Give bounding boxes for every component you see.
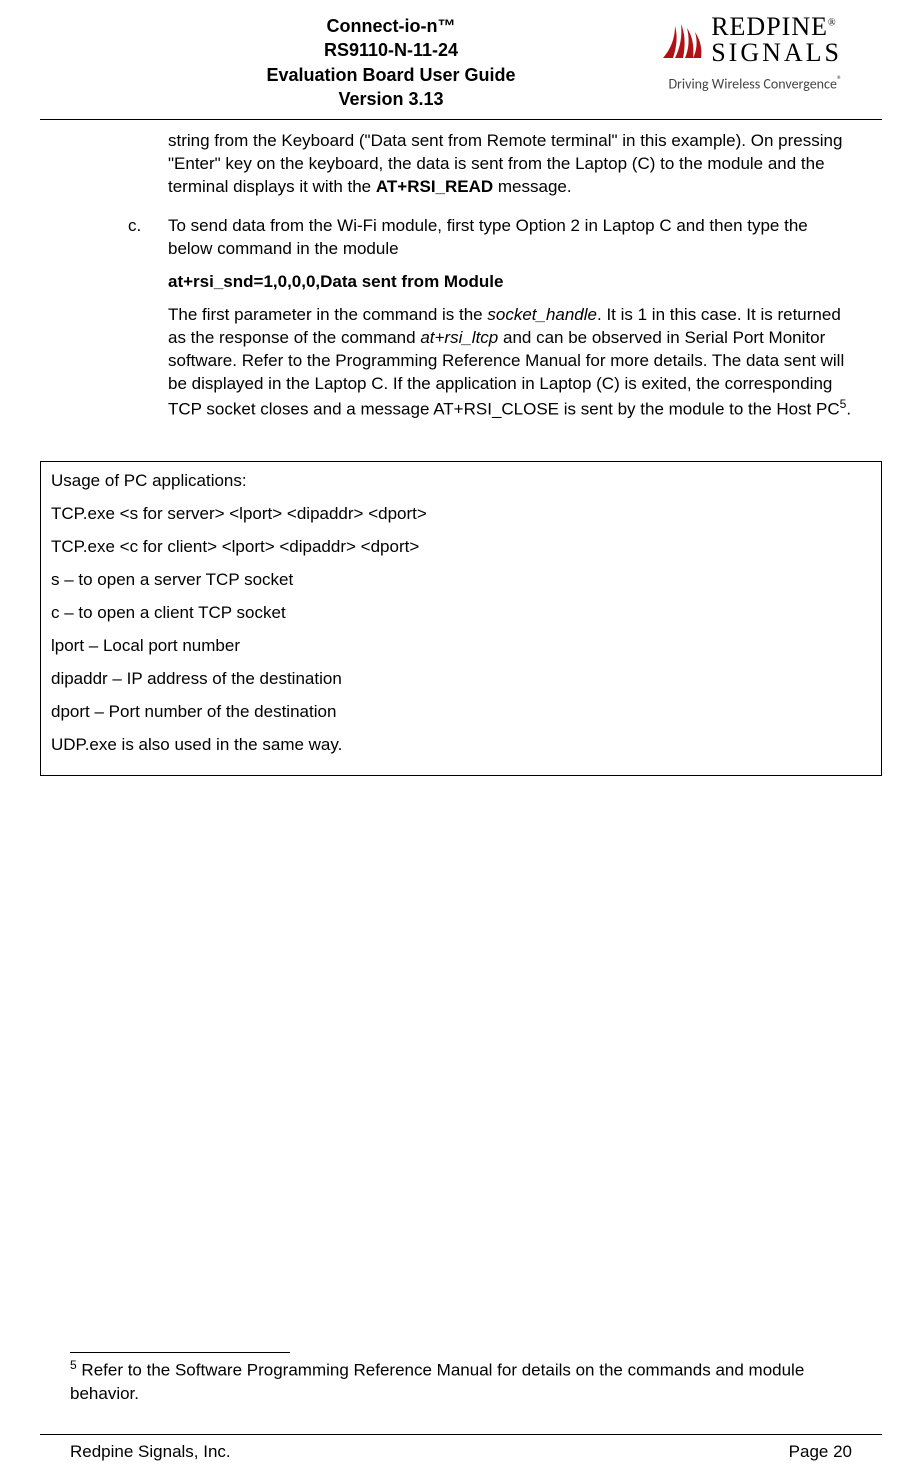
doc-title-block: Connect-io-n™ RS9110-N-11-24 Evaluation …: [80, 14, 582, 111]
at-rsi-read-cmd: AT+RSI_READ: [376, 177, 493, 196]
footnote-rule: [70, 1352, 290, 1353]
footnote-number: 5: [70, 1358, 77, 1372]
page-footer: Redpine Signals, Inc. Page 20: [40, 1434, 882, 1464]
footer-page-number: Page 20: [789, 1441, 852, 1464]
list-item-c: c. To send data from the Wi-Fi module, f…: [70, 215, 852, 431]
usage-box: Usage of PC applications: TCP.exe <s for…: [40, 461, 882, 775]
usage-line-6: lport – Local port number: [51, 635, 871, 658]
title-line-1: Connect-io-n™: [200, 14, 582, 38]
item-c-command: at+rsi_snd=1,0,0,0,Data sent from Module: [168, 271, 852, 294]
usage-line-7: dipaddr – IP address of the destination: [51, 668, 871, 691]
continuation-paragraph: string from the Keyboard ("Data sent fro…: [70, 130, 852, 199]
usage-line-3: TCP.exe <c for client> <lport> <dipaddr>…: [51, 536, 871, 559]
usage-line-2: TCP.exe <s for server> <lport> <dipaddr>…: [51, 503, 871, 526]
reg-mark: ®: [828, 17, 837, 28]
usage-line-4: s – to open a server TCP socket: [51, 569, 871, 592]
pinecone-icon: [657, 16, 705, 64]
company-logo: REDPINE® SIGNALS: [657, 14, 842, 66]
body-content: string from the Keyboard ("Data sent fro…: [0, 120, 922, 431]
atrsi-ltcp-term: at+rsi_ltcp: [420, 328, 498, 347]
brand-bottom: SIGNALS: [711, 40, 842, 66]
item-c-p2: The first parameter in the command is th…: [168, 304, 852, 421]
brand-top: REDPINE®: [711, 14, 836, 40]
usage-line-8: dport – Port number of the destination: [51, 701, 871, 724]
list-body-c: To send data from the Wi-Fi module, firs…: [168, 215, 852, 431]
usage-line-1: Usage of PC applications:: [51, 470, 871, 493]
logo-text: REDPINE® SIGNALS: [711, 14, 842, 66]
title-line-4: Version 3.13: [200, 87, 582, 111]
page-header: Connect-io-n™ RS9110-N-11-24 Evaluation …: [40, 0, 882, 120]
logo-block: REDPINE® SIGNALS Driving Wireless Conver…: [582, 14, 842, 94]
title-line-2: RS9110-N-11-24: [200, 38, 582, 62]
socket-handle-term: socket_handle: [487, 305, 597, 324]
title-line-3: Evaluation Board User Guide: [200, 63, 582, 87]
list-marker-c: c.: [128, 215, 168, 431]
usage-line-5: c – to open a client TCP socket: [51, 602, 871, 625]
logo-tagline: Driving Wireless Convergence®: [582, 73, 842, 95]
footer-company: Redpine Signals, Inc.: [70, 1441, 231, 1464]
footnote-area: 5 Refer to the Software Programming Refe…: [70, 1352, 852, 1406]
usage-line-9: UDP.exe is also used in the same way.: [51, 734, 871, 757]
item-c-p1: To send data from the Wi-Fi module, firs…: [168, 215, 852, 261]
footnote-5: 5 Refer to the Software Programming Refe…: [70, 1357, 852, 1406]
